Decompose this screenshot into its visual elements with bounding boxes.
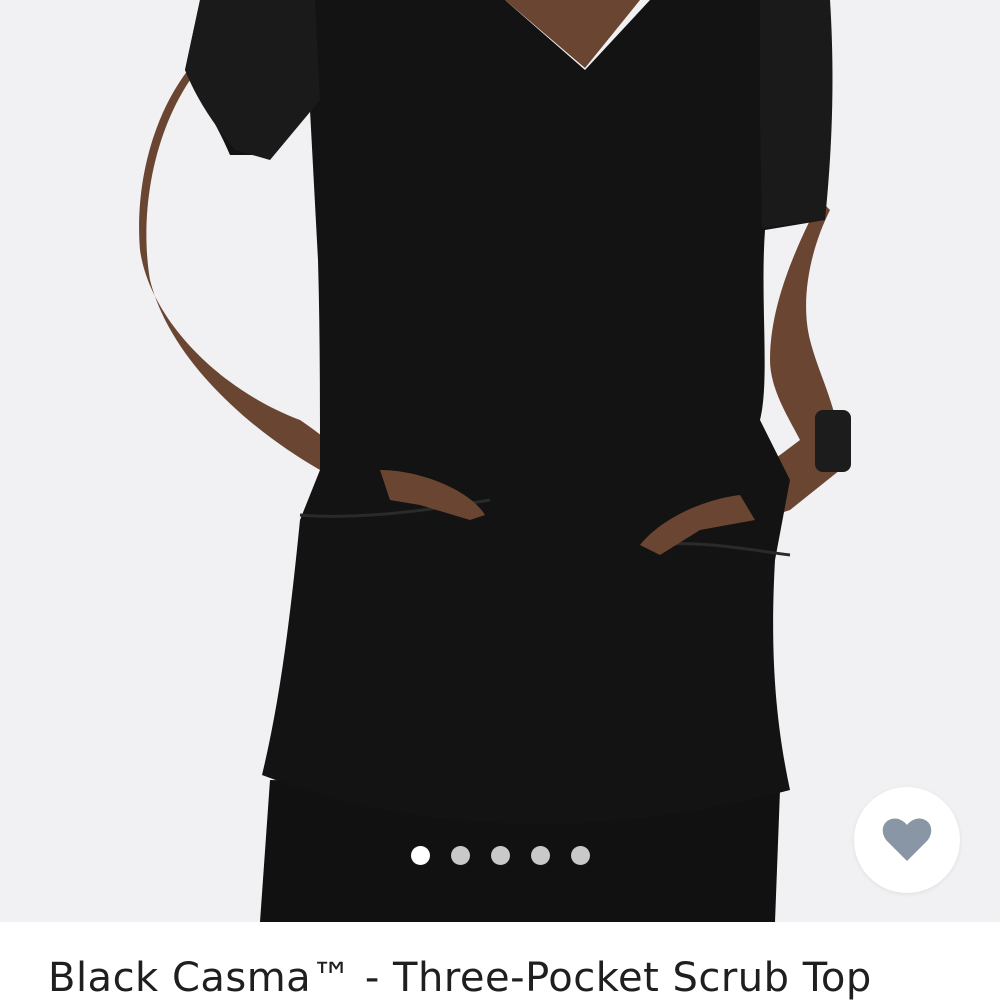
- product-photo-illustration: [0, 0, 1000, 922]
- carousel-dot[interactable]: [410, 846, 430, 865]
- carousel-indicator: [0, 846, 1000, 866]
- favorite-button[interactable]: [854, 787, 960, 893]
- product-title: Black Casma™ - Three-Pocket Scrub Top: [48, 955, 872, 1000]
- product-screen: Black Casma™ - Three-Pocket Scrub Top: [0, 0, 1000, 1000]
- carousel-dot[interactable]: [570, 846, 590, 865]
- carousel-dot[interactable]: [450, 846, 470, 865]
- smartwatch: [815, 410, 851, 472]
- product-image[interactable]: [0, 0, 1000, 922]
- right-sleeve: [760, 0, 833, 228]
- heart-icon: [882, 818, 932, 861]
- carousel-dot[interactable]: [530, 846, 550, 865]
- carousel-dot[interactable]: [490, 846, 510, 865]
